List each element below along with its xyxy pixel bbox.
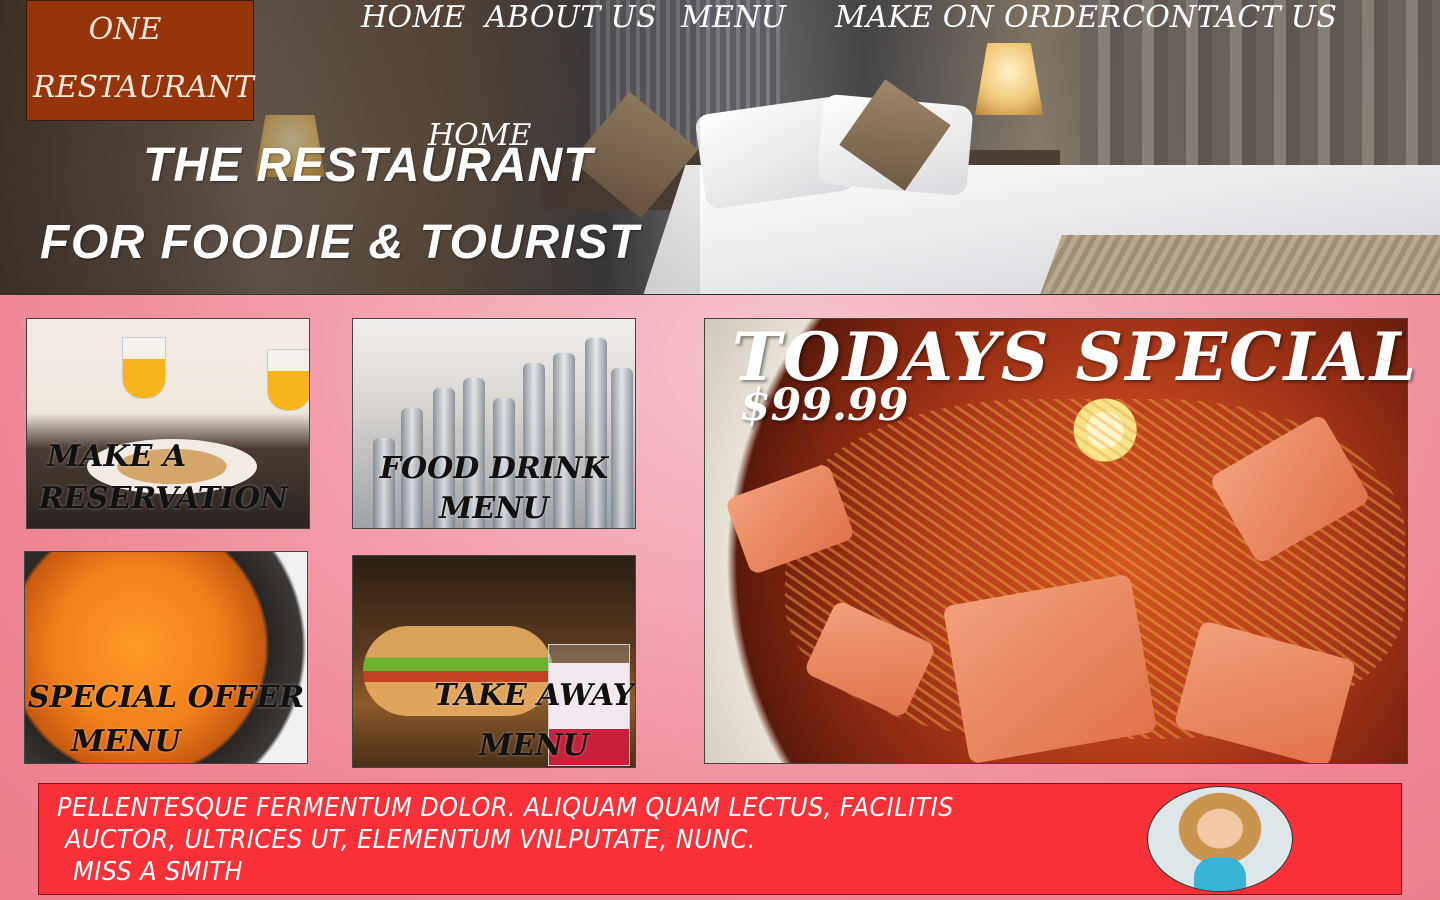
avatar	[1147, 786, 1293, 892]
hero-subtitle: FOR FOODIE & TOURIST	[40, 216, 640, 269]
nav-menu[interactable]: MENU	[681, 0, 786, 35]
nav-make-on-order[interactable]: MAKE ON ORDER	[835, 0, 1121, 35]
nav-about-us[interactable]: ABOUT US	[485, 0, 657, 35]
nav-home[interactable]: HOME	[361, 0, 466, 35]
nav-contact-us[interactable]: CONTACT US	[1122, 0, 1337, 35]
testimonial-author: MISS A SMITH	[57, 857, 243, 887]
fish-cake-image	[942, 573, 1158, 763]
tile-label-line2: MENU	[439, 491, 549, 526]
brand-line-2: RESTAURANT	[33, 70, 254, 105]
testimonial-line-2: AUCTOR, ULTRICES UT, ELEMENTUM VNLPUTATE…	[57, 825, 756, 855]
testimonial-line-1: PELLENTESQUE FERMENTUM DOLOR. ALIQUAM QU…	[57, 793, 954, 823]
glass-image	[122, 337, 166, 399]
testimonial-banner: PELLENTESQUE FERMENTUM DOLOR. ALIQUAM QU…	[38, 783, 1402, 895]
tile-label-line1: SPECIAL OFFER	[27, 680, 305, 715]
tile-label-line1: TAKE AWAY	[433, 678, 635, 713]
glass-image	[267, 349, 309, 411]
hero-title: THE RESTAURANT	[143, 139, 594, 192]
tile-make-reservation[interactable]: MAKE A RESERVATION	[26, 318, 310, 529]
tile-label-line1: FOOD DRINK	[379, 451, 609, 486]
todays-special-price: $99.99	[740, 380, 909, 431]
tile-label-line1: MAKE A	[47, 439, 187, 474]
tile-food-drink-menu[interactable]: FOOD DRINK MENU	[352, 318, 636, 529]
tile-take-away-menu[interactable]: TAKE AWAY MENU	[352, 555, 636, 768]
tile-label-line2: MENU	[71, 724, 181, 759]
main-nav: HOME ABOUT US MENU MAKE ON ORDER CONTACT…	[0, 0, 1440, 40]
hero-blanket	[1038, 235, 1440, 294]
testimonial-quote: PELLENTESQUE FERMENTUM DOLOR. ALIQUAM QU…	[57, 792, 954, 888]
avatar-shirt	[1194, 857, 1246, 891]
hero-lamp	[975, 43, 1043, 115]
tile-label-line2: RESERVATION	[39, 481, 288, 516]
tile-special-offer-menu[interactable]: SPECIAL OFFER MENU	[24, 551, 308, 764]
tile-label-line2: MENU	[479, 728, 589, 763]
